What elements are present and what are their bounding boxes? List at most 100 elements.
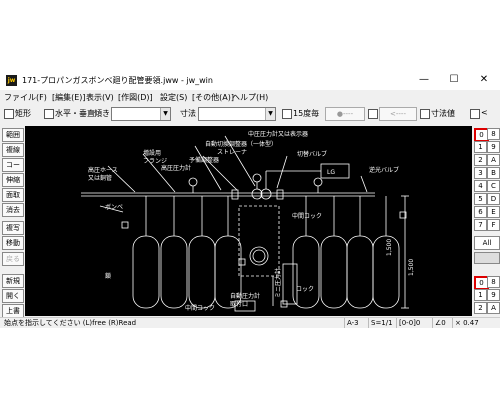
layer-c[interactable]: C (487, 180, 500, 192)
tool-new[interactable]: 新規 (2, 274, 24, 288)
lt-checkbox[interactable] (470, 109, 480, 119)
label-box: LG (327, 169, 335, 176)
tool-corner[interactable]: コーナー (2, 158, 24, 181)
label-cylinder: ボンベ (105, 203, 123, 211)
dimvalue-label: 寸法値 (431, 109, 455, 118)
layer-9[interactable]: 9 (487, 141, 500, 153)
status-scale[interactable]: S=1/1 (368, 318, 393, 328)
lt-label: < (481, 108, 488, 117)
slope-label: 傾き (94, 109, 110, 118)
tool-range[interactable]: 範囲 (2, 128, 24, 142)
label-check-valve: 逆光バルブ (369, 166, 399, 174)
label-dim-upper: 1,500 (408, 259, 415, 276)
dot-line-button[interactable]: ●---- (325, 107, 365, 121)
status-layer[interactable]: [0-0]0 (396, 318, 420, 328)
dimvalue-checkbox[interactable] (420, 109, 430, 119)
layer-8[interactable]: 8 (487, 128, 500, 140)
cylinder-1 (132, 235, 160, 309)
status-angle[interactable]: ∠0 (432, 318, 446, 328)
arrow-line-button[interactable]: <---- (379, 107, 417, 121)
tool-chamfer[interactable]: 面取 (2, 188, 24, 202)
menu-file[interactable]: ファイル(F) (4, 92, 47, 103)
status-bar: 始点を指示してください (L)free (R)Read A-3 S=1/1 [0… (0, 317, 500, 328)
label-shutoff-valve: 切替バルブ (297, 150, 327, 158)
arrow-checkbox[interactable] (368, 109, 378, 119)
deg15-label: 15度毎 (293, 109, 320, 118)
toolbar: 矩形 水平・垂直 傾き ▼ 寸法 ▼ 15度毎 ●---- <---- 寸法値 … (0, 105, 500, 123)
menu-settings[interactable]: 設定(S) (160, 92, 187, 103)
layer-a[interactable]: A (487, 154, 500, 166)
label-outlet: 取付口 (230, 300, 248, 308)
layergroup-2[interactable]: 2 (474, 302, 487, 314)
dim-combo[interactable]: ▼ (198, 107, 276, 121)
layer-d[interactable]: D (487, 193, 500, 205)
layer-misc-button[interactable] (474, 252, 500, 264)
cylinder-6 (320, 235, 348, 309)
status-message: 始点を指示してください (L)free (R)Read (4, 319, 137, 327)
layergroup-a[interactable]: A (487, 302, 500, 314)
layer-7[interactable]: 7 (474, 219, 487, 231)
label-bolt: 増設用 (143, 149, 161, 157)
tool-open[interactable]: 開く (2, 289, 24, 303)
layer-all-button[interactable]: All (474, 236, 500, 250)
menu-draw[interactable]: [作図(D)] (118, 92, 153, 103)
deg15-checkbox[interactable] (282, 109, 292, 119)
menu-edit[interactable]: [編集(E)] (52, 92, 86, 103)
layergroup-8[interactable]: 8 (487, 276, 500, 288)
status-paper[interactable]: A-3 (344, 318, 359, 328)
label-pre-regulator: 予備調整器 (189, 156, 219, 164)
cad-drawing: 中圧圧力計又は表示器 自動切換調整器（一体型） ストレーナ 予備調整器 高圧圧力… (81, 130, 415, 312)
app-icon: jw (6, 75, 17, 86)
label-vertical: ミニ圧力計 (274, 268, 282, 298)
menu-other[interactable]: [その他(A)] (192, 92, 234, 103)
tool-save[interactable]: 上書 (2, 304, 24, 318)
cylinder-3 (188, 235, 216, 309)
label-middle-cock: 中間コック (292, 212, 322, 220)
menu-view[interactable]: 表示(V) (86, 92, 114, 103)
tool-extend[interactable]: 伸縮 (2, 173, 24, 187)
tool-copy[interactable]: 複写 (2, 221, 24, 235)
label-flange: フランジ (143, 158, 167, 165)
layer-4[interactable]: 4 (474, 180, 487, 192)
title-bar: jw 171-プロパンガスボンベ廻り配管要領.jww - jw_win — ☐ … (0, 70, 500, 90)
layer-e[interactable]: E (487, 206, 500, 218)
cylinder-2 (160, 235, 188, 309)
close-button[interactable]: ✕ (470, 72, 498, 88)
menu-bar: ファイル(F) [編集(E)] 表示(V) [作図(D)] 設定(S) [その他… (0, 91, 500, 104)
dim-label: 寸法 (180, 109, 196, 118)
layer-2[interactable]: 2 (474, 154, 487, 166)
label-high-gauge: 高圧圧力計 (161, 164, 191, 172)
layer-toolbar: 0 8 1 9 2 A 3 B 4 C 5 D 6 E 7 F All 0 8 … (473, 126, 500, 316)
indicator-box (320, 163, 350, 179)
regulator-symbol (251, 188, 263, 200)
menu-help[interactable]: ヘルプ(H) (232, 92, 268, 103)
label-gauge2: 自動圧力計 (230, 292, 260, 300)
layer-1[interactable]: 1 (474, 141, 487, 153)
tool-move[interactable]: 移動 (2, 236, 24, 250)
minimize-button[interactable]: — (410, 72, 438, 88)
status-zoom[interactable]: × 0.47 (452, 318, 479, 328)
slope-combo[interactable]: ▼ (111, 107, 171, 121)
label-mid-gauge: 中圧圧力計又は表示器 (248, 130, 308, 138)
left-toolbar: 範囲 複線 コーナー 伸縮 面取 消去 複写 移動 戻る 新規 開く 上書 (0, 126, 24, 318)
application-window: jw 171-プロパンガスボンベ廻り配管要領.jww - jw_win — ☐ … (0, 70, 500, 328)
tool-erase[interactable]: 消去 (2, 203, 24, 217)
layer-5[interactable]: 5 (474, 193, 487, 205)
tool-undo[interactable]: 戻る (2, 252, 24, 266)
layergroup-9[interactable]: 9 (487, 289, 500, 301)
layer-6[interactable]: 6 (474, 206, 487, 218)
layer-3[interactable]: 3 (474, 167, 487, 179)
drawing-canvas[interactable]: 中圧圧力計又は表示器 自動切換調整器（一体型） ストレーナ 予備調整器 高圧圧力… (25, 126, 472, 316)
tool-offset[interactable]: 複線 (2, 143, 24, 157)
cylinder-7 (346, 235, 374, 309)
layergroup-1[interactable]: 1 (474, 289, 487, 301)
rect-checkbox[interactable] (4, 109, 14, 119)
layer-b[interactable]: B (487, 167, 500, 179)
horiz-vert-checkbox[interactable] (44, 109, 54, 119)
label-auto-regulator: 自動切換調整器（一体型） (205, 140, 277, 148)
maximize-button[interactable]: ☐ (440, 72, 468, 88)
chevron-down-icon: ▼ (160, 108, 170, 120)
label-high-hose: 高圧ホース (88, 166, 118, 174)
label-dim-lower: 1,500 (386, 239, 393, 256)
layer-f[interactable]: F (487, 219, 500, 231)
